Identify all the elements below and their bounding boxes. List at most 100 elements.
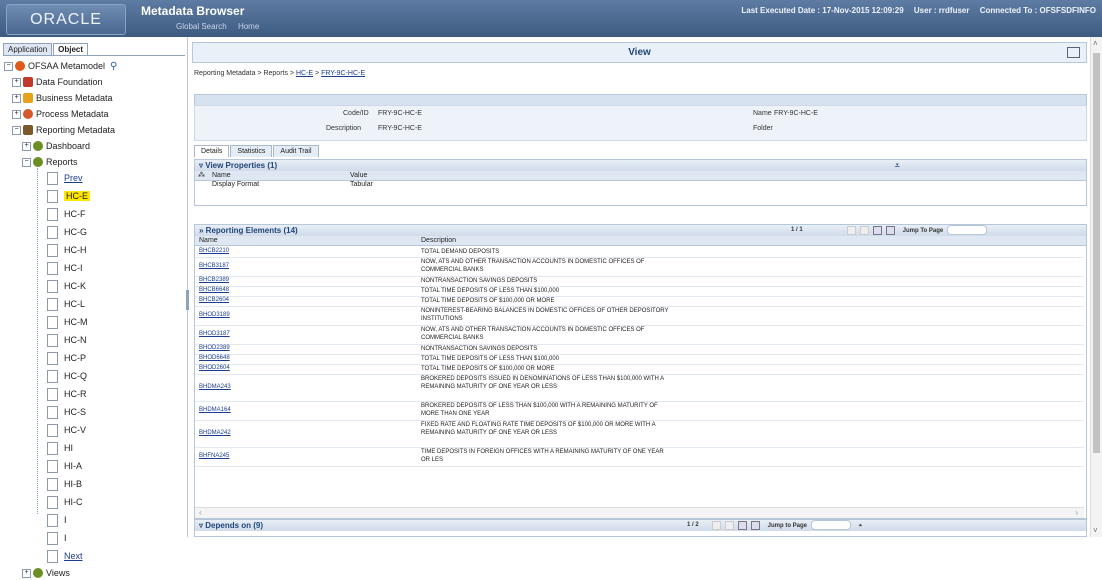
- tree-item-reports[interactable]: − Reports: [22, 155, 78, 169]
- report-item-i-2[interactable]: I: [47, 531, 67, 545]
- report-item-hc-h[interactable]: HC-H: [47, 243, 87, 257]
- report-item-hc-n[interactable]: HC-N: [47, 333, 87, 347]
- report-item-hc-f[interactable]: HC-F: [47, 207, 86, 221]
- depends-on-header[interactable]: ▿ Depends on (9) 1 / 2 Jump to Page ⩡: [195, 520, 1086, 531]
- element-link[interactable]: BHDMA242: [199, 430, 231, 436]
- page-icon: [47, 387, 58, 401]
- report-item-hc-r[interactable]: HC-R: [47, 387, 87, 401]
- element-link[interactable]: BHOD2389: [199, 345, 230, 351]
- prev-page-button[interactable]: [725, 520, 734, 530]
- element-link[interactable]: BHCB3187: [199, 263, 229, 269]
- home-link[interactable]: Home: [238, 22, 259, 31]
- element-link[interactable]: BHCB6648: [199, 287, 229, 293]
- report-item-hc-p[interactable]: HC-P: [47, 351, 86, 365]
- element-link[interactable]: BHDMA164: [199, 407, 231, 413]
- view-properties-header[interactable]: ▿ View Properties (1) ⩡: [195, 160, 1086, 171]
- report-item-hc-m[interactable]: HC-M: [47, 315, 88, 329]
- tab-statistics[interactable]: Statistics: [230, 145, 273, 157]
- tree-item-views[interactable]: + Views: [22, 566, 70, 580]
- collapse-icon[interactable]: −: [4, 61, 13, 71]
- element-link[interactable]: BHOD2604: [199, 365, 230, 371]
- reporting-elements-header[interactable]: » Reporting Elements (14) 1 / 1 Jump To …: [195, 225, 1086, 236]
- element-link[interactable]: BHDMA243: [199, 384, 231, 390]
- tree-root[interactable]: − OFSAA Metamodel ⚲: [4, 59, 117, 73]
- panel-splitter[interactable]: [186, 290, 189, 310]
- jump-to-page-input[interactable]: [811, 520, 852, 530]
- tree-item-dashboard[interactable]: + Dashboard: [22, 139, 90, 153]
- horizontal-scrollbar[interactable]: ‹ ›: [195, 507, 1084, 518]
- tab-object[interactable]: Object: [53, 43, 89, 55]
- expand-icon[interactable]: +: [12, 77, 21, 87]
- scroll-up-icon[interactable]: ˄: [1093, 39, 1098, 48]
- prev-page-button[interactable]: [860, 225, 869, 235]
- report-item-prev[interactable]: Prev: [47, 171, 83, 185]
- next-page-button[interactable]: [738, 520, 747, 530]
- expand-icon[interactable]: +: [12, 93, 21, 103]
- expand-icon[interactable]: +: [12, 109, 21, 119]
- report-item-i-1[interactable]: I: [47, 513, 67, 527]
- breadcrumb: Reporting Metadata > Reports > HC-E > FR…: [194, 70, 365, 77]
- report-item-hi-c[interactable]: HI-C: [47, 495, 83, 509]
- left-panel: Application Object − OFSAA Metamodel ⚲ +…: [0, 37, 188, 578]
- element-link[interactable]: BHOD3187: [199, 331, 230, 337]
- session-status: Last Executed Date : 17-Nov-2015 12:09:2…: [733, 6, 1096, 15]
- report-item-hc-e[interactable]: HC-E: [47, 189, 90, 203]
- report-item-next[interactable]: Next: [47, 549, 83, 563]
- report-item-hc-q[interactable]: HC-Q: [47, 369, 87, 383]
- element-link[interactable]: BHOD6648: [199, 355, 230, 361]
- tree-item-data-foundation[interactable]: + Data Foundation: [12, 75, 103, 89]
- tab-application[interactable]: Application: [3, 43, 53, 55]
- report-item-hc-i[interactable]: HC-I: [47, 261, 83, 275]
- last-page-button[interactable]: [886, 225, 895, 235]
- next-page-button[interactable]: [873, 225, 882, 235]
- search-icon[interactable]: ⚲: [110, 61, 117, 72]
- report-label: HC-G: [64, 227, 87, 237]
- page-icon: [47, 189, 58, 203]
- element-link[interactable]: BHOD3189: [199, 312, 230, 318]
- scroll-left-icon[interactable]: ‹: [199, 508, 202, 517]
- element-link[interactable]: BHCB2210: [199, 248, 229, 254]
- tree-item-business-metadata[interactable]: + Business Metadata: [12, 91, 113, 105]
- last-page-button[interactable]: [751, 520, 760, 530]
- element-link[interactable]: BHFNA245: [199, 453, 229, 459]
- report-item-hc-g[interactable]: HC-G: [47, 225, 87, 239]
- tab-details[interactable]: Details: [194, 145, 230, 157]
- scroll-right-icon[interactable]: ›: [1075, 508, 1078, 517]
- column-chooser-icon[interactable]: ⁂: [198, 171, 205, 180]
- jump-to-page-input[interactable]: [947, 225, 988, 235]
- report-item-hi-a[interactable]: HI-A: [47, 459, 82, 473]
- report-item-hc-l[interactable]: HC-L: [47, 297, 85, 311]
- filter-icon[interactable]: ⩡: [895, 160, 900, 171]
- col-header-name[interactable]: Name: [212, 171, 231, 180]
- col-header-value[interactable]: Value: [350, 171, 367, 180]
- report-item-hc-k[interactable]: HC-K: [47, 279, 86, 293]
- element-description: TOTAL TIME DEPOSITS OF $100,000 OR MORE: [421, 366, 555, 372]
- element-link[interactable]: BHCB2604: [199, 297, 229, 303]
- col-header-description[interactable]: Description: [421, 236, 456, 245]
- breadcrumb-link-hc-e[interactable]: HC-E: [296, 70, 313, 77]
- tab-audit-trail[interactable]: Audit Trail: [273, 145, 319, 157]
- filter-icon[interactable]: ⩡: [859, 523, 862, 529]
- element-link[interactable]: BHCB2389: [199, 277, 229, 283]
- collapse-icon[interactable]: −: [22, 157, 31, 167]
- expand-icon[interactable]: +: [22, 141, 31, 151]
- report-item-hi-b[interactable]: HI-B: [47, 477, 82, 491]
- tree-item-reporting-metadata[interactable]: − Reporting Metadata: [12, 123, 115, 137]
- scroll-down-icon[interactable]: ˅: [1093, 526, 1098, 535]
- report-item-hi[interactable]: HI: [47, 441, 73, 455]
- collapse-icon[interactable]: −: [12, 125, 21, 135]
- report-item-hc-v[interactable]: HC-V: [47, 423, 86, 437]
- global-search-link[interactable]: Global Search: [176, 22, 227, 31]
- vertical-scrollbar[interactable]: ˄ ˅: [1090, 37, 1102, 537]
- expand-icon[interactable]: »: [199, 226, 206, 235]
- tree-item-process-metadata[interactable]: + Process Metadata: [12, 107, 109, 121]
- scroll-thumb[interactable]: [1093, 53, 1100, 453]
- print-icon[interactable]: [1067, 47, 1080, 58]
- first-page-button[interactable]: [847, 225, 856, 235]
- page-icon: [47, 351, 58, 365]
- expand-icon[interactable]: +: [22, 568, 31, 578]
- report-item-hc-s[interactable]: HC-S: [47, 405, 86, 419]
- first-page-button[interactable]: [712, 520, 721, 530]
- breadcrumb-link-report[interactable]: FRY-9C-HC-E: [321, 70, 365, 77]
- col-header-name[interactable]: Name: [199, 236, 218, 245]
